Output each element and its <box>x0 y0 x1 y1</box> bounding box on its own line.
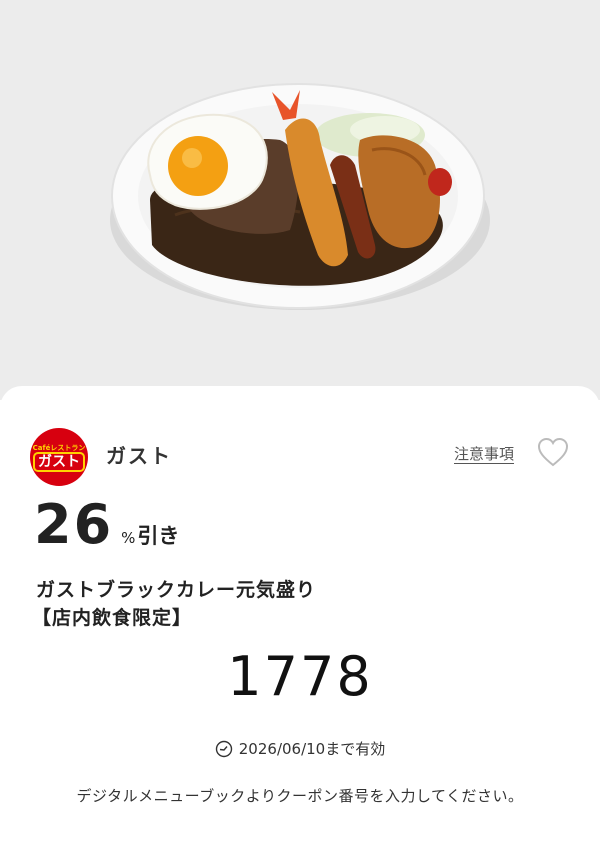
discount-suffix: 引き <box>137 524 180 548</box>
logo-subtext: Caféレストラン <box>32 443 86 452</box>
expiry-text: 2026/06/10まで有効 <box>238 740 386 758</box>
discount-unit: % <box>121 529 136 547</box>
clock-icon <box>215 740 232 757</box>
brand-logo: Caféレストラン ガスト <box>30 428 88 486</box>
discount-value: 26 <box>34 493 114 556</box>
discount: 26 % 引き <box>34 498 179 552</box>
product-name: ガストブラックカレー元気盛り <box>36 579 317 601</box>
hero-image <box>0 0 600 400</box>
restriction-label: 【店内飲食限定】 <box>32 607 193 629</box>
notes-link[interactable]: 注意事項 <box>454 443 514 464</box>
coupon-code: 1778 <box>227 645 373 708</box>
expiry-row: 2026/06/10まで有効 <box>0 738 600 759</box>
instruction-text: デジタルメニューブックよりクーポン番号を入力してください。 <box>76 787 524 805</box>
curry-plate-illustration <box>110 83 490 310</box>
shop-name: ガスト <box>106 444 172 468</box>
heart-outline-icon[interactable] <box>537 437 569 467</box>
logo-text: ガスト <box>35 453 83 470</box>
